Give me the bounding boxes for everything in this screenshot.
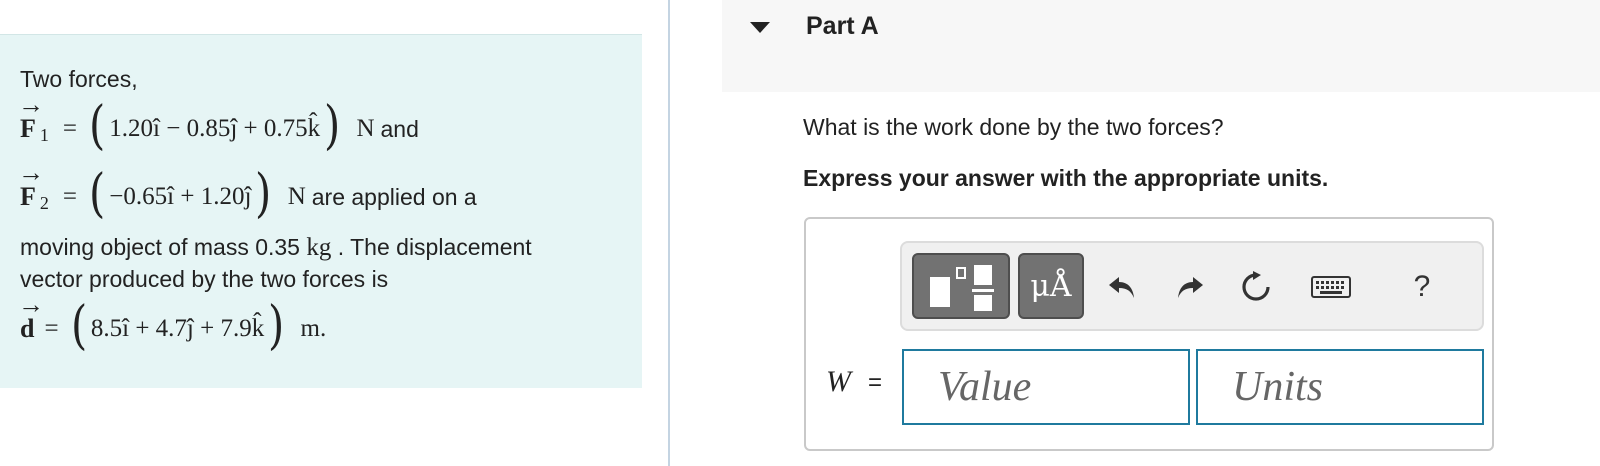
open-paren: ( (89, 164, 106, 224)
question-text: What is the work done by the two forces? (803, 114, 1224, 140)
answer-box: μÅ ? W = (804, 217, 1494, 451)
undo-icon[interactable] (1102, 263, 1142, 311)
close-paren: ) (268, 296, 285, 356)
problem-intro: Two forces, (20, 66, 138, 92)
templates-icon-box (956, 267, 966, 279)
instruction-text: Express your answer with the appropriate… (803, 165, 1329, 191)
vector-arrow: → (18, 90, 44, 119)
answer-equals: = (868, 369, 883, 396)
displacement-unit: m. (300, 315, 327, 342)
open-paren: ( (89, 96, 106, 156)
force-1-subscript: 1 (39, 125, 49, 145)
force-1-line: → F 1 = ( 1.20î − 0.85ĵ + 0.75k̂ ) N and (18, 90, 642, 163)
vector-arrow: → (18, 290, 44, 319)
answer-variable: W (826, 365, 851, 398)
redo-icon[interactable] (1170, 263, 1210, 311)
force-2-expression: −0.65î + 1.20ĵ (109, 183, 252, 210)
force-1-trailing-text: and (380, 116, 419, 142)
vector-arrow: → (18, 158, 44, 187)
templates-icon-fraction (974, 265, 992, 285)
force-1-expression: 1.20î − 0.85ĵ + 0.75k̂ (109, 115, 321, 142)
collapse-caret-icon[interactable] (750, 22, 770, 33)
force-1-unit: N (356, 115, 375, 142)
open-paren: ( (70, 296, 87, 356)
displacement-symbol: → d (18, 290, 44, 343)
part-a-header[interactable]: Part A (722, 0, 1600, 92)
close-paren: ) (255, 164, 272, 224)
reset-icon[interactable] (1236, 263, 1276, 311)
force-2-symbol: → F (18, 158, 44, 211)
units-button[interactable]: μÅ (1018, 253, 1084, 319)
force-2-unit: N (287, 183, 306, 210)
force-1-symbol: → F (18, 90, 44, 143)
units-input[interactable] (1196, 349, 1484, 425)
equals-sign: = (62, 183, 77, 210)
mass-trailing-text: . The displacement (337, 234, 532, 260)
equals-sign: = (62, 115, 77, 142)
templates-button[interactable] (912, 253, 1010, 319)
close-paren: ) (324, 96, 341, 156)
mass-unit: kg (306, 234, 332, 261)
column-divider (668, 0, 670, 466)
problem-statement: Two forces, → F 1 = ( 1.20î − 0.85ĵ + 0.7… (0, 34, 642, 388)
force-2-line: → F 2 = ( −0.65î + 1.20ĵ ) N are applied … (18, 158, 642, 231)
keyboard-icon[interactable] (1306, 263, 1356, 311)
force-2-trailing-text: are applied on a (311, 184, 477, 210)
help-button[interactable]: ? (1402, 263, 1442, 311)
templates-icon (930, 277, 950, 307)
templates-icon-denominator (974, 295, 992, 311)
templates-icon-bar (972, 289, 994, 292)
mass-line: moving object of mass 0.35 kg . The disp… (20, 231, 642, 263)
equals-sign: = (44, 315, 59, 342)
value-input[interactable] (902, 349, 1190, 425)
part-title: Part A (806, 12, 879, 40)
displacement-intro: vector produced by the two forces is (20, 266, 389, 292)
mass-text: moving object of mass 0.35 (20, 234, 300, 260)
displacement-expression: 8.5î + 4.7ĵ + 7.9k̂ (90, 315, 265, 342)
displacement-line: → d = ( 8.5î + 4.7ĵ + 7.9k̂ ) m. (18, 290, 642, 363)
math-toolbar: μÅ ? (900, 241, 1484, 331)
force-2-subscript: 2 (39, 193, 49, 213)
